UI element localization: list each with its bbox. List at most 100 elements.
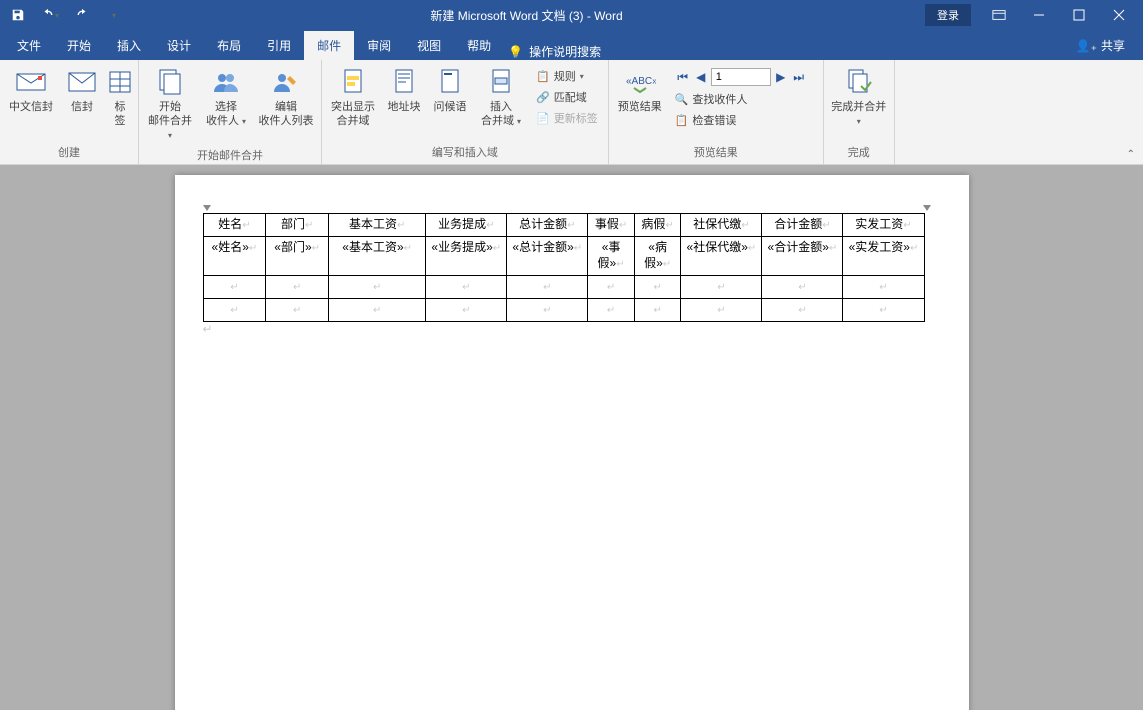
tell-me-search[interactable]: 💡 操作说明搜索 — [508, 43, 601, 60]
start-merge-icon — [154, 66, 186, 98]
ribbon: 中文信封 信封 标 签 创建 开始 邮件合并 ▾ 选择 收件人 ▾ — [0, 60, 1143, 165]
tab-insert[interactable]: 插入 — [104, 31, 154, 60]
start-merge-button[interactable]: 开始 邮件合并 ▾ — [143, 64, 197, 145]
tab-design[interactable]: 设计 — [154, 31, 204, 60]
tab-mailings[interactable]: 邮件 — [304, 31, 354, 60]
ribbon-display-button[interactable] — [979, 1, 1019, 29]
table-header[interactable]: 事假↵ — [588, 214, 635, 237]
labels-button[interactable]: 标 签 — [106, 64, 134, 130]
share-icon: 👤₊ — [1076, 39, 1097, 53]
merge-field-cell[interactable]: «实发工资»↵ — [843, 237, 924, 276]
highlight-fields-button[interactable]: 突出显示 合并域 — [326, 64, 380, 130]
edit-recipients-button[interactable]: 编辑 收件人列表 — [255, 64, 317, 130]
greeting-button[interactable]: 问候语 — [428, 64, 472, 116]
rules-button[interactable]: 📋规则 ▾ — [532, 66, 602, 86]
table-header[interactable]: 姓名↵ — [203, 214, 266, 237]
table-header[interactable]: 社保代缴↵ — [681, 214, 762, 237]
collapse-ribbon-button[interactable]: ⌃ — [1127, 149, 1135, 160]
login-button[interactable]: 登录 — [925, 4, 971, 26]
document-area[interactable]: 姓名↵ 部门↵ 基本工资↵ 业务提成↵ 总计金额↵ 事假↵ 病假↵ 社保代缴↵ … — [0, 165, 1143, 710]
update-labels-button: 📄更新标签 — [532, 108, 602, 128]
greeting-icon — [434, 66, 466, 98]
group-write-insert: 突出显示 合并域 地址块 问候语 插入 合并域 ▾ 📋规则 ▾ 🔗匹配域 📄更新… — [322, 60, 609, 164]
merge-table[interactable]: 姓名↵ 部门↵ 基本工资↵ 业务提成↵ 总计金额↵ 事假↵ 病假↵ 社保代缴↵ … — [203, 213, 925, 322]
tab-file[interactable]: 文件 — [4, 31, 54, 60]
labels-icon — [104, 66, 136, 98]
table-header[interactable]: 部门↵ — [266, 214, 329, 237]
qat-customize-button[interactable]: ▾ — [100, 3, 128, 27]
svg-text:«ABC»: «ABC» — [626, 76, 656, 87]
check-errors-button[interactable]: 📋检查错误 — [671, 110, 817, 130]
envelope-button[interactable]: 信封 — [60, 64, 104, 116]
merge-field-cell[interactable]: «事假»↵ — [588, 237, 635, 276]
close-button[interactable] — [1099, 1, 1139, 29]
table-row: ↵↵↵↵↵↵↵↵↵↵ — [203, 299, 924, 322]
select-recipients-button[interactable]: 选择 收件人 ▾ — [199, 64, 253, 131]
window-title: 新建 Microsoft Word 文档 (3) - Word — [128, 7, 925, 24]
table-header[interactable]: 合计金额↵ — [762, 214, 843, 237]
insert-field-icon — [485, 66, 517, 98]
tab-review[interactable]: 审阅 — [354, 31, 404, 60]
envelope-icon — [66, 66, 98, 98]
cn-envelope-icon — [15, 66, 47, 98]
rules-icon: 📋 — [536, 70, 550, 83]
window-controls: 登录 — [925, 1, 1139, 29]
edit-people-icon — [270, 66, 302, 98]
save-button[interactable] — [4, 3, 32, 27]
group-preview: «ABC» 预览结果 ⏮ ◀ ▶ ⏭ 🔍查找收件人 📋检查错误 预览结果 — [609, 60, 824, 164]
table-row: «姓名»↵ «部门»↵ «基本工资»↵ «业务提成»↵ «总计金额»↵ «事假»… — [203, 237, 924, 276]
preview-results-button[interactable]: «ABC» 预览结果 — [613, 64, 667, 116]
find-recipient-button[interactable]: 🔍查找收件人 — [671, 89, 817, 109]
people-icon — [210, 66, 242, 98]
share-button[interactable]: 👤₊ 共享 — [1062, 31, 1139, 60]
group-create: 中文信封 信封 标 签 创建 — [0, 60, 139, 164]
check-icon: 📋 — [675, 114, 689, 127]
redo-button[interactable] — [68, 3, 96, 27]
tab-home[interactable]: 开始 — [54, 31, 104, 60]
paragraph-mark: ↵ — [203, 322, 969, 336]
merge-field-cell[interactable]: «业务提成»↵ — [426, 237, 507, 276]
table-header[interactable]: 基本工资↵ — [329, 214, 426, 237]
cn-envelope-button[interactable]: 中文信封 — [4, 64, 58, 116]
finish-merge-button[interactable]: 完成并合并▾ — [828, 64, 890, 131]
merge-field-cell[interactable]: «总计金额»↵ — [507, 237, 588, 276]
update-icon: 📄 — [536, 112, 550, 125]
tab-references[interactable]: 引用 — [254, 31, 304, 60]
merge-field-cell[interactable]: «病假»↵ — [634, 237, 681, 276]
match-fields-button[interactable]: 🔗匹配域 — [532, 87, 602, 107]
document-page[interactable]: 姓名↵ 部门↵ 基本工资↵ 业务提成↵ 总计金额↵ 事假↵ 病假↵ 社保代缴↵ … — [175, 175, 969, 710]
merge-field-cell[interactable]: «社保代缴»↵ — [681, 237, 762, 276]
last-record-button[interactable]: ⏭ — [791, 69, 807, 85]
table-header[interactable]: 病假↵ — [634, 214, 681, 237]
merge-field-cell[interactable]: «部门»↵ — [266, 237, 329, 276]
first-record-button[interactable]: ⏮ — [675, 69, 691, 85]
insert-field-button[interactable]: 插入 合并域 ▾ — [474, 64, 528, 131]
group-finish: 完成并合并▾ 完成 — [824, 60, 895, 164]
tab-view[interactable]: 视图 — [404, 31, 454, 60]
next-record-button[interactable]: ▶ — [773, 69, 789, 85]
search-icon: 🔍 — [675, 93, 689, 106]
merge-field-cell[interactable]: «姓名»↵ — [203, 237, 266, 276]
table-header[interactable]: 业务提成↵ — [426, 214, 507, 237]
lightbulb-icon: 💡 — [508, 45, 523, 59]
prev-record-button[interactable]: ◀ — [693, 69, 709, 85]
preview-icon: «ABC» — [624, 66, 656, 98]
table-row: ↵↵↵↵↵↵↵↵↵↵ — [203, 276, 924, 299]
record-number-input[interactable] — [711, 68, 771, 86]
undo-button[interactable]: ▾ — [36, 3, 64, 27]
table-header[interactable]: 总计金额↵ — [507, 214, 588, 237]
group-start-merge: 开始 邮件合并 ▾ 选择 收件人 ▾ 编辑 收件人列表 开始邮件合并 — [139, 60, 322, 164]
ribbon-tabs: 文件 开始 插入 设计 布局 引用 邮件 审阅 视图 帮助 💡 操作说明搜索 👤… — [0, 30, 1143, 60]
highlight-icon — [337, 66, 369, 98]
minimize-button[interactable] — [1019, 1, 1059, 29]
maximize-button[interactable] — [1059, 1, 1099, 29]
table-header[interactable]: 实发工资↵ — [843, 214, 924, 237]
tab-help[interactable]: 帮助 — [454, 31, 504, 60]
tab-layout[interactable]: 布局 — [204, 31, 254, 60]
address-icon — [388, 66, 420, 98]
merge-field-cell[interactable]: «基本工资»↵ — [329, 237, 426, 276]
merge-field-cell[interactable]: «合计金额»↵ — [762, 237, 843, 276]
match-icon: 🔗 — [536, 91, 550, 104]
quick-access-toolbar: ▾ ▾ — [4, 3, 128, 27]
address-block-button[interactable]: 地址块 — [382, 64, 426, 116]
